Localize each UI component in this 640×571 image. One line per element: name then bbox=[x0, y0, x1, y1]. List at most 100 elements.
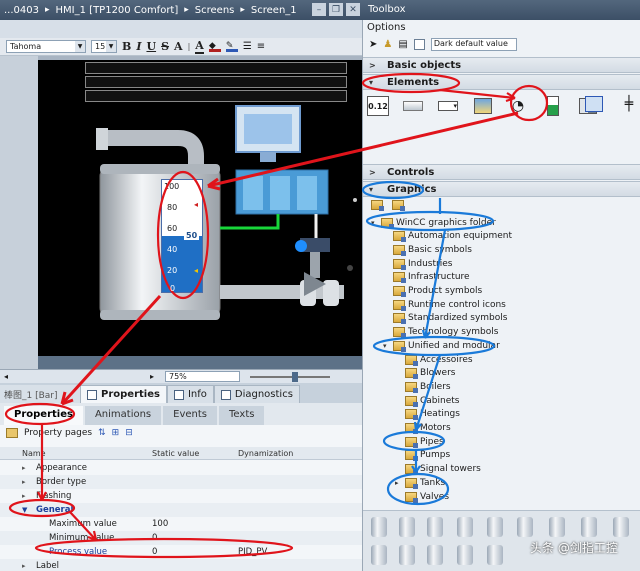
line-color-icon[interactable]: ✎ bbox=[225, 41, 238, 52]
collapse-arrow-icon[interactable]: ▾ bbox=[371, 219, 379, 227]
tree-item[interactable]: Motors bbox=[395, 422, 451, 435]
folder-link-icon[interactable] bbox=[392, 200, 405, 211]
tree-item[interactable]: Blowers bbox=[395, 367, 455, 380]
expand-arrow-icon[interactable]: ▸ bbox=[22, 478, 26, 486]
table-row[interactable]: ▸ Border type bbox=[0, 475, 362, 489]
expand-arrow-icon[interactable]: ▸ bbox=[22, 492, 26, 500]
align-vertical-icon[interactable]: ≡ bbox=[257, 41, 265, 52]
tab-events[interactable]: Events bbox=[163, 406, 218, 425]
tab-properties-inspector[interactable]: Properties bbox=[80, 385, 167, 403]
button-icon[interactable] bbox=[402, 96, 424, 116]
tank-thumbnail[interactable] bbox=[487, 545, 503, 565]
table-row-process-value[interactable]: Process value 0 PID_PV bbox=[0, 545, 362, 559]
row-static[interactable]: 0 bbox=[150, 547, 236, 557]
sym-library-icon[interactable] bbox=[583, 94, 605, 114]
tank-thumbnail[interactable] bbox=[581, 517, 597, 537]
tree-item[interactable]: Cabinets bbox=[395, 394, 459, 407]
minimize-icon[interactable]: – bbox=[312, 3, 326, 16]
strikethrough-button[interactable]: S bbox=[161, 40, 169, 53]
tree-item[interactable]: Boilers bbox=[395, 380, 451, 393]
underline-button[interactable]: U bbox=[146, 40, 156, 53]
tab-diagnostics[interactable]: Diagnostics bbox=[213, 385, 300, 403]
align-icon[interactable]: ☰ bbox=[243, 41, 252, 52]
tank-thumbnail[interactable] bbox=[549, 517, 565, 537]
tank-thumbnail[interactable] bbox=[427, 517, 443, 537]
tank-thumbnail[interactable] bbox=[487, 517, 503, 537]
tab-properties[interactable]: Properties bbox=[4, 406, 83, 425]
tank-thumbnail[interactable] bbox=[517, 517, 533, 537]
scroll-left-icon[interactable]: ◂ bbox=[4, 372, 8, 381]
column-header-name[interactable]: Name bbox=[0, 447, 150, 459]
symbolic-io-icon[interactable]: ▾ bbox=[437, 96, 459, 116]
collapse-arrow-icon[interactable]: ▾ bbox=[383, 342, 391, 350]
italic-button[interactable]: I bbox=[136, 40, 141, 53]
tank-thumbnail[interactable] bbox=[613, 517, 629, 537]
tree-item[interactable]: Infrastructure bbox=[383, 271, 470, 284]
close-icon[interactable]: ✕ bbox=[346, 3, 360, 16]
tree-item[interactable]: Basic symbols bbox=[383, 243, 472, 256]
tree-item[interactable]: ▾ WinCC graphics folder bbox=[371, 216, 496, 229]
tank-thumbnail[interactable] bbox=[427, 545, 443, 565]
view-icon[interactable]: ▤ bbox=[398, 39, 407, 50]
tree-item[interactable]: ▸ Tanks bbox=[395, 476, 445, 489]
section-basic-objects[interactable]: > Basic objects bbox=[363, 57, 640, 73]
io-field-icon[interactable]: 0.12 bbox=[367, 96, 389, 116]
tree-item[interactable]: Automation equipment bbox=[383, 230, 512, 243]
breadcrumb-screens[interactable]: Screens bbox=[195, 5, 235, 16]
scroll-right-icon[interactable]: ▸ bbox=[150, 372, 154, 381]
tank-thumbnail[interactable] bbox=[371, 517, 387, 537]
property-pages-label[interactable]: Property pages bbox=[24, 428, 92, 438]
expand-arrow-icon[interactable]: ▸ bbox=[395, 479, 403, 487]
column-header-dynamization[interactable]: Dynamization bbox=[236, 447, 362, 459]
fill-color-icon[interactable]: ◆ bbox=[208, 41, 221, 52]
font-color-button[interactable]: A bbox=[195, 39, 204, 54]
collapse-all-icon[interactable]: ⊟ bbox=[125, 428, 133, 438]
row-static[interactable]: 0 bbox=[150, 533, 236, 543]
expand-all-icon[interactable]: ⊞ bbox=[112, 428, 120, 438]
table-row[interactable]: Minimum value 0 bbox=[0, 531, 362, 545]
tab-texts[interactable]: Texts bbox=[219, 406, 265, 425]
style-select[interactable]: Dark default value bbox=[430, 38, 517, 51]
tree-item[interactable]: Accessoires bbox=[395, 353, 473, 366]
bar-graph[interactable]: 100 80 60 40 20 0 50 ◂ ◂ bbox=[161, 179, 203, 293]
breadcrumb-project[interactable]: ...0403 bbox=[4, 5, 39, 16]
font-select[interactable]: Tahoma ▼ bbox=[6, 40, 86, 53]
collapse-arrow-icon[interactable]: ▼ bbox=[22, 506, 27, 514]
table-row-general[interactable]: ▼ General bbox=[0, 503, 362, 517]
tree-item[interactable]: Standardized symbols bbox=[383, 312, 507, 325]
new-folder-icon[interactable] bbox=[371, 200, 384, 211]
section-graphics[interactable]: ▾ Graphics bbox=[363, 181, 640, 197]
font-grow-button[interactable]: A bbox=[174, 40, 183, 53]
restore-icon[interactable]: ❐ bbox=[329, 3, 343, 16]
zoom-slider[interactable] bbox=[250, 372, 330, 382]
column-header-static[interactable]: Static value bbox=[150, 447, 236, 459]
tank-thumbnail[interactable] bbox=[457, 517, 473, 537]
sort-icon[interactable]: ⇅ bbox=[98, 428, 106, 438]
tab-animations[interactable]: Animations bbox=[84, 406, 162, 425]
hmi-screen-canvas[interactable]: 100 80 60 40 20 0 50 ◂ ◂ bbox=[38, 60, 362, 356]
zoom-select[interactable]: 75% bbox=[165, 371, 240, 382]
breadcrumb-screen[interactable]: Screen_1 bbox=[251, 5, 297, 16]
expand-arrow-icon[interactable]: ▸ bbox=[22, 464, 26, 472]
tree-item[interactable]: Product symbols bbox=[383, 285, 482, 298]
property-pages-icon[interactable] bbox=[6, 428, 18, 438]
tree-item[interactable]: Industries bbox=[383, 257, 452, 270]
table-row[interactable]: Maximum value 100 bbox=[0, 517, 362, 531]
expand-arrow-icon[interactable]: ▸ bbox=[22, 562, 26, 570]
tree-item[interactable]: Pumps bbox=[395, 449, 450, 462]
breadcrumb-device[interactable]: HMI_1 [TP1200 Comfort] bbox=[56, 5, 179, 16]
tank-thumbnail[interactable] bbox=[457, 545, 473, 565]
tree-item[interactable]: Pipes bbox=[395, 435, 444, 448]
table-row[interactable]: ▸ Flashing bbox=[0, 489, 362, 503]
tank-thumbnail[interactable] bbox=[399, 545, 415, 565]
tree-item[interactable]: Runtime control icons bbox=[383, 298, 506, 311]
tree-item[interactable]: Valves bbox=[395, 490, 449, 503]
bar-icon[interactable] bbox=[542, 96, 564, 116]
screen-editor[interactable]: 100 80 60 40 20 0 50 ◂ ◂ bbox=[0, 56, 362, 369]
row-static[interactable]: 100 bbox=[150, 519, 236, 529]
section-elements[interactable]: ▾ Elements bbox=[363, 74, 640, 90]
zoom-slider-knob[interactable] bbox=[292, 372, 298, 382]
pointer-icon[interactable]: ➤ bbox=[369, 39, 377, 50]
tab-info[interactable]: Info bbox=[166, 385, 214, 403]
font-size-select[interactable]: 15 ▼ bbox=[91, 40, 117, 53]
